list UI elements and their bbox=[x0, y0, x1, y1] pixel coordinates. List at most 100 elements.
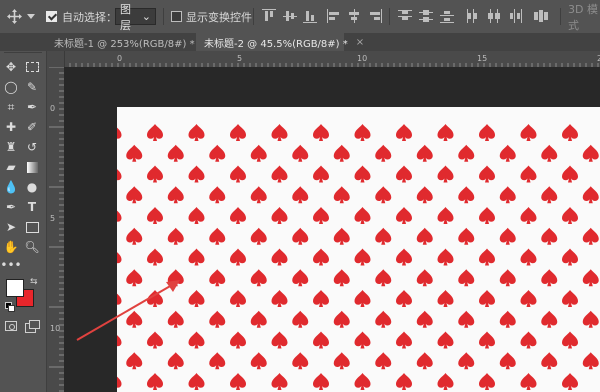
spade-motif bbox=[541, 186, 558, 204]
show-transform-checkbox[interactable] bbox=[171, 0, 182, 33]
spade-motif bbox=[167, 310, 184, 328]
distribute-top-edges-icon[interactable] bbox=[398, 9, 412, 23]
divider bbox=[389, 8, 390, 25]
spade-motif bbox=[167, 352, 184, 370]
spade-motif bbox=[499, 310, 516, 328]
align-top-edges-icon[interactable] bbox=[262, 9, 276, 23]
eyedropper-icon[interactable]: ✒ bbox=[24, 99, 40, 115]
screen-mode-icon[interactable] bbox=[25, 320, 40, 333]
spade-motif bbox=[167, 269, 184, 287]
spade-motif bbox=[541, 310, 558, 328]
spade-motif bbox=[479, 248, 495, 266]
spade-motif bbox=[458, 186, 475, 204]
pen-icon[interactable]: ✒ bbox=[3, 199, 19, 215]
spade-motif bbox=[396, 248, 412, 266]
spade-motif bbox=[479, 207, 495, 224]
spade-motif bbox=[292, 310, 309, 328]
spade-motif bbox=[354, 207, 371, 224]
foreground-color-swatch[interactable] bbox=[6, 279, 24, 297]
spade-motif bbox=[479, 331, 495, 349]
move-tool-icon[interactable] bbox=[7, 0, 22, 33]
spade-motif bbox=[396, 373, 412, 390]
lasso-icon[interactable]: ◯ bbox=[3, 79, 19, 95]
tab-label: 未标题-2 @ 45.5%(RGB/8#) * bbox=[204, 38, 348, 50]
spade-motif bbox=[416, 352, 433, 370]
spade-motif bbox=[396, 331, 412, 349]
spade-motif bbox=[458, 227, 475, 245]
spade-motif bbox=[167, 227, 184, 245]
spade-motif bbox=[188, 124, 205, 141]
chevron-down-icon: ⌄ bbox=[141, 10, 151, 23]
spade-motif bbox=[126, 310, 143, 328]
type-icon[interactable]: T bbox=[24, 199, 40, 215]
align-right-edges-icon[interactable] bbox=[368, 9, 382, 23]
toolbox-grip[interactable] bbox=[4, 52, 42, 55]
spade-motif bbox=[354, 165, 371, 183]
spade-motif bbox=[230, 165, 246, 183]
move-tool-icon[interactable]: ✥ bbox=[3, 59, 19, 75]
more-tools-icon[interactable]: ••• bbox=[0, 257, 21, 273]
brush-icon[interactable]: ✐ bbox=[24, 119, 40, 135]
document-canvas[interactable] bbox=[117, 107, 600, 392]
spade-motif bbox=[250, 352, 267, 370]
spade-motif bbox=[147, 373, 163, 390]
spade-motif bbox=[313, 331, 329, 349]
history-brush-icon[interactable]: ↺ bbox=[24, 139, 40, 155]
align-vertical-centers-icon[interactable] bbox=[283, 9, 297, 23]
auto-align-layers-icon[interactable] bbox=[534, 9, 548, 23]
gradient-icon[interactable] bbox=[24, 159, 40, 175]
distribute-bottom-edges-icon[interactable] bbox=[440, 9, 454, 23]
quick-selection-icon[interactable]: ✎ bbox=[24, 79, 40, 95]
tab-document-2[interactable]: 未标题-2 @ 45.5%(RGB/8#) * × bbox=[196, 33, 364, 51]
spade-motif bbox=[271, 165, 288, 183]
spade-motif bbox=[582, 310, 599, 328]
spade-motif bbox=[416, 269, 433, 287]
spade-motif bbox=[292, 352, 309, 370]
ruler-label: 10 bbox=[357, 54, 367, 63]
close-icon[interactable]: × bbox=[356, 37, 364, 48]
swap-colors-icon[interactable]: ⇆ bbox=[30, 277, 38, 287]
horizontal-ruler[interactable]: 05101520 bbox=[64, 51, 600, 68]
spade-motif bbox=[499, 269, 516, 287]
spade-motif bbox=[313, 207, 329, 224]
spade-motif bbox=[147, 165, 163, 183]
spade-motif bbox=[147, 207, 163, 224]
divider bbox=[560, 8, 561, 25]
layer-select-dropdown[interactable]: 图层 ⌄ bbox=[115, 0, 156, 33]
eraser-icon[interactable]: ▰ bbox=[3, 159, 19, 175]
tool-preset-dropdown-icon[interactable] bbox=[27, 0, 35, 33]
spade-motif bbox=[375, 269, 392, 287]
spade-motif bbox=[375, 144, 392, 162]
spade-motif bbox=[437, 124, 454, 141]
clone-stamp-icon[interactable]: ♜ bbox=[3, 139, 19, 155]
distribute-left-edges-icon[interactable] bbox=[466, 9, 480, 23]
spade-motif bbox=[582, 186, 599, 204]
blur-icon[interactable]: 💧 bbox=[3, 179, 19, 195]
ruler-label: 15 bbox=[477, 54, 487, 63]
distribute-vertical-centers-icon[interactable] bbox=[419, 9, 433, 23]
zoom-icon[interactable]: 🔍︎ bbox=[24, 239, 40, 255]
default-colors-icon[interactable] bbox=[5, 302, 15, 312]
path-selection-icon[interactable]: ➤ bbox=[3, 219, 19, 235]
dodge-icon[interactable]: ● bbox=[24, 179, 40, 195]
healing-brush-icon[interactable]: ✚ bbox=[3, 119, 19, 135]
ruler-label: 5 bbox=[237, 54, 242, 63]
align-horizontal-centers-icon[interactable] bbox=[347, 9, 361, 23]
align-bottom-edges-icon[interactable] bbox=[303, 9, 317, 23]
align-left-edges-icon[interactable] bbox=[327, 9, 341, 23]
spade-motif bbox=[354, 331, 371, 349]
crop-icon[interactable]: ⌗ bbox=[3, 99, 19, 115]
auto-select-checkbox[interactable] bbox=[46, 0, 57, 33]
tab-document-1[interactable]: 未标题-1 @ 253%(RGB/8#) * × bbox=[46, 33, 211, 51]
rectangular-marquee-icon[interactable] bbox=[24, 59, 40, 75]
vertical-ruler[interactable]: 0 5 10 bbox=[47, 51, 65, 392]
spade-motif bbox=[209, 310, 226, 328]
hand-icon[interactable]: ✋ bbox=[3, 239, 19, 255]
spade-motif bbox=[333, 269, 350, 287]
quick-mask-icon[interactable] bbox=[5, 321, 17, 331]
distribute-horizontal-centers-icon[interactable] bbox=[487, 9, 501, 23]
spade-motif bbox=[188, 331, 205, 349]
rectangle-shape-icon[interactable] bbox=[24, 219, 40, 235]
distribute-right-edges-icon[interactable] bbox=[508, 9, 522, 23]
ruler-label: 5 bbox=[50, 214, 55, 223]
